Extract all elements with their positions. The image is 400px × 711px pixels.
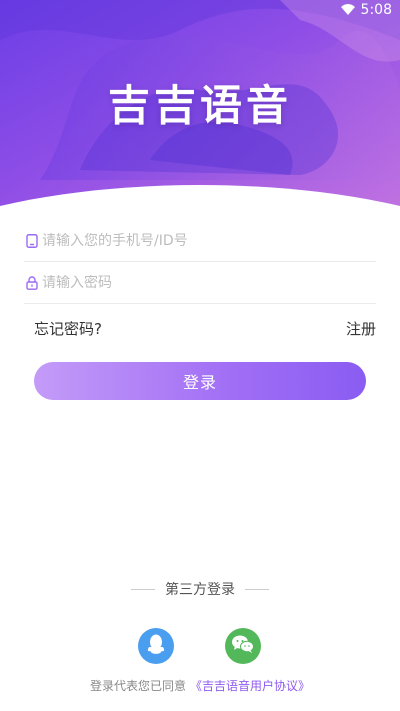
login-button[interactable]: 登录 (34, 362, 366, 400)
lock-icon (24, 275, 40, 291)
wifi-icon (340, 4, 355, 16)
qq-penguin-icon (146, 633, 166, 659)
phone-icon (24, 233, 40, 249)
divider-line-left (131, 588, 155, 590)
app-title: 吉吉语音 (107, 81, 292, 130)
form-links: 忘记密码? 注册 (24, 318, 376, 339)
register-link[interactable]: 注册 (346, 318, 376, 339)
qq-login-button[interactable] (138, 628, 174, 664)
status-bar: 5:08 (0, 0, 400, 22)
login-screen: 5:08 吉吉语音 忘记密码? (0, 0, 400, 711)
forgot-password-link[interactable]: 忘记密码? (34, 318, 102, 339)
status-time: 5:08 (360, 2, 392, 18)
phone-input[interactable] (42, 232, 342, 249)
wechat-login-button[interactable] (225, 628, 261, 664)
password-input[interactable] (42, 274, 342, 291)
divider-line-right (245, 588, 269, 590)
agreement-prefix: 登录代表您已同意 (89, 679, 186, 693)
third-party-login-divider: 第三方登录 (0, 579, 400, 599)
user-agreement-link[interactable]: 《吉吉语音用户协议》 (190, 679, 310, 693)
wechat-icon (231, 634, 255, 658)
phone-field-row (24, 220, 376, 262)
login-form: 忘记密码? 注册 (24, 220, 376, 339)
social-login-buttons (0, 628, 400, 666)
password-field-row (24, 262, 376, 304)
user-agreement: 登录代表您已同意 《吉吉语音用户协议》 (0, 677, 400, 694)
third-party-label: 第三方登录 (165, 582, 235, 598)
